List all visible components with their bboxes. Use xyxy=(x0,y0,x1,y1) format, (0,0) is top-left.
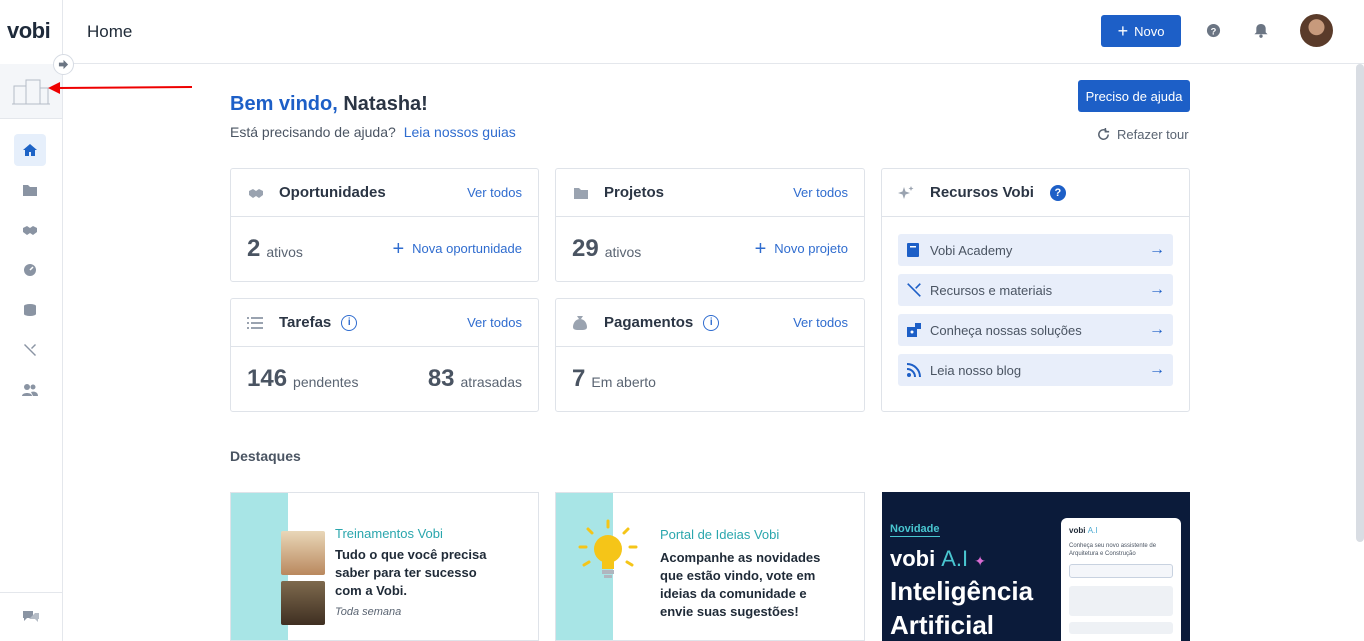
arrow-right-icon: → xyxy=(1149,241,1165,258)
topbar: Home + Novo ? xyxy=(63,0,1364,64)
gauge-icon xyxy=(24,264,36,276)
ai-chat-preview: vobi A.I Conheça seu novo assistente de … xyxy=(1061,518,1181,641)
folder-icon xyxy=(572,186,590,200)
help-icon[interactable]: ? xyxy=(1205,22,1221,38)
rss-icon xyxy=(906,362,922,378)
lightbulb-icon xyxy=(578,519,638,578)
resource-materials[interactable]: Recursos e materiais → xyxy=(898,274,1173,306)
ai-message-preview xyxy=(1069,586,1173,616)
vobi-logo[interactable]: vobi xyxy=(7,18,51,44)
projects-count: 29 xyxy=(572,235,599,262)
nav-users[interactable] xyxy=(14,374,46,406)
svg-text:?: ? xyxy=(1210,26,1216,36)
trainer-photo xyxy=(281,531,325,575)
help-prompt: Está precisando de ajuda? Leia nossos gu… xyxy=(230,124,516,140)
tasks-card: Tarefas i Ver todos 146 pendentes 83 atr… xyxy=(230,298,539,412)
arrow-right-icon: → xyxy=(1149,361,1165,378)
page-title: Home xyxy=(87,22,133,41)
new-project-button[interactable]: + Novo projeto xyxy=(754,237,848,260)
late-tasks-count: 83 xyxy=(427,365,455,392)
coins-icon xyxy=(24,304,36,316)
money-bag-icon xyxy=(572,315,590,331)
nav-finance[interactable] xyxy=(14,294,46,326)
puzzle-icon xyxy=(906,322,922,338)
sidebar-bottom xyxy=(0,592,62,641)
opportunities-count: 2 xyxy=(247,235,261,262)
plus-icon: + xyxy=(754,237,767,260)
projects-card: Projetos Ver todos 29 ativos + Novo proje… xyxy=(555,168,865,282)
sidebar: vobi xyxy=(0,0,74,641)
welcome-heading: Bem vindo, Natasha! xyxy=(230,93,428,115)
chat-icon xyxy=(23,611,39,622)
trainer-photo xyxy=(281,581,325,625)
help-icon[interactable]: ? xyxy=(1049,184,1066,201)
see-all-projects-link[interactable]: Ver todos xyxy=(793,185,848,200)
nav-tools[interactable] xyxy=(14,334,46,366)
handshake-icon xyxy=(23,226,37,235)
scrollbar[interactable] xyxy=(1356,64,1364,542)
nav-opportunities[interactable] xyxy=(14,214,46,246)
need-help-button[interactable]: Preciso de ajuda xyxy=(1078,80,1190,112)
arrow-right-icon: → xyxy=(1149,281,1165,298)
expand-sidebar-button[interactable] xyxy=(53,54,74,75)
ai-input-preview xyxy=(1069,564,1173,578)
user-avatar[interactable] xyxy=(1300,14,1333,47)
plus-icon: + xyxy=(1117,21,1129,41)
see-all-opportunities-link[interactable]: Ver todos xyxy=(467,185,522,200)
sparkle-icon: ✦ xyxy=(974,553,986,569)
banner-stripe xyxy=(231,493,288,640)
ideas-banner[interactable]: Portal de Ideias Vobi Acompanhe as novid… xyxy=(555,492,865,641)
info-icon[interactable]: i xyxy=(341,314,358,331)
refresh-icon xyxy=(1098,127,1110,140)
tools-icon xyxy=(906,282,922,298)
sparkles-icon xyxy=(898,185,916,201)
payments-card: Pagamentos i Ver todos 7 Em aberto xyxy=(555,298,865,412)
resource-solutions[interactable]: Conheça nossas soluções → xyxy=(898,314,1173,346)
bell-icon[interactable] xyxy=(1253,22,1269,38)
folder-icon xyxy=(23,185,37,196)
arrow-right-icon: → xyxy=(1149,321,1165,338)
resource-blog[interactable]: Leia nosso blog → xyxy=(898,354,1173,386)
book-icon xyxy=(906,242,922,258)
pending-tasks-count: 146 xyxy=(247,365,288,392)
redo-tour-link[interactable]: Refazer tour xyxy=(1096,127,1189,142)
handshake-icon xyxy=(247,187,265,199)
opportunities-card: Oportunidades Ver todos 2 ativos + Nova o… xyxy=(230,168,539,282)
payments-count: 7 xyxy=(572,365,586,392)
ai-brand: vobi A.I ✦ xyxy=(890,546,986,571)
new-badge: Novidade xyxy=(890,523,940,537)
new-button[interactable]: + Novo xyxy=(1101,15,1181,47)
annotation-arrow xyxy=(48,82,193,94)
list-icon xyxy=(247,316,265,330)
ai-headline: Inteligência Artificial xyxy=(890,576,1034,640)
training-banner[interactable]: Treinamentos Vobi Tudo o que você precis… xyxy=(230,492,539,641)
guides-link[interactable]: Leia nossos guias xyxy=(404,124,516,140)
info-icon[interactable]: i xyxy=(703,314,720,331)
arrow-right-icon xyxy=(58,59,69,70)
home-icon xyxy=(23,144,37,156)
tools-icon xyxy=(24,344,36,356)
resource-vobi-academy[interactable]: Vobi Academy → xyxy=(898,234,1173,266)
see-all-payments-link[interactable]: Ver todos xyxy=(793,315,848,330)
ai-banner[interactable]: Novidade vobi A.I ✦ Inteligência Artifici… xyxy=(882,492,1190,641)
nav-projects[interactable] xyxy=(14,174,46,206)
plus-icon: + xyxy=(392,237,405,260)
resources-card: Recursos Vobi ? Vobi Academy → Recursos … xyxy=(881,168,1190,412)
users-icon xyxy=(22,384,38,396)
nav-dashboard[interactable] xyxy=(14,254,46,286)
see-all-tasks-link[interactable]: Ver todos xyxy=(467,315,522,330)
highlights-title: Destaques xyxy=(230,448,301,464)
new-opportunity-button[interactable]: + Nova oportunidade xyxy=(392,237,522,260)
ai-message-preview xyxy=(1069,622,1173,634)
nav-home[interactable] xyxy=(14,134,46,166)
